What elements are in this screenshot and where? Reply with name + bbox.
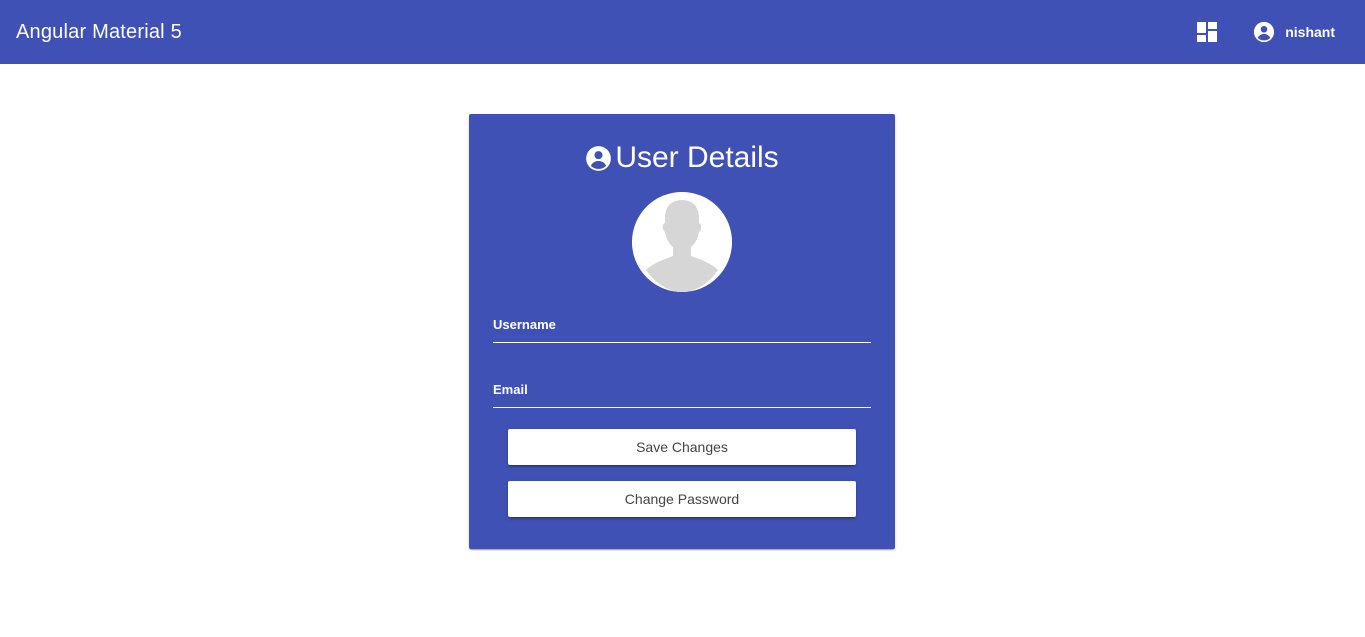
email-input[interactable] — [493, 400, 871, 408]
user-menu-button[interactable]: nishant — [1245, 12, 1351, 52]
username-label: Username — [493, 317, 556, 332]
email-label: Email — [493, 382, 528, 397]
dashboard-button[interactable] — [1187, 12, 1227, 52]
default-avatar-icon — [632, 192, 732, 292]
account-circle-icon — [586, 145, 612, 171]
email-field: Email — [493, 382, 871, 408]
user-details-card: User Details Username Email Save Changes… — [469, 114, 895, 549]
card-title: User Details — [469, 138, 895, 178]
user-name: nishant — [1285, 24, 1335, 40]
username-input[interactable] — [493, 335, 871, 343]
dashboard-icon — [1197, 22, 1218, 42]
app-title: Angular Material 5 — [16, 20, 182, 43]
change-password-button[interactable]: Change Password — [508, 481, 856, 517]
avatar — [632, 192, 732, 292]
save-changes-button[interactable]: Save Changes — [508, 429, 856, 465]
username-field: Username — [493, 317, 871, 343]
card-title-text: User Details — [615, 141, 779, 174]
top-toolbar: Angular Material 5 nishant — [0, 0, 1365, 64]
account-circle-icon — [1254, 21, 1275, 43]
